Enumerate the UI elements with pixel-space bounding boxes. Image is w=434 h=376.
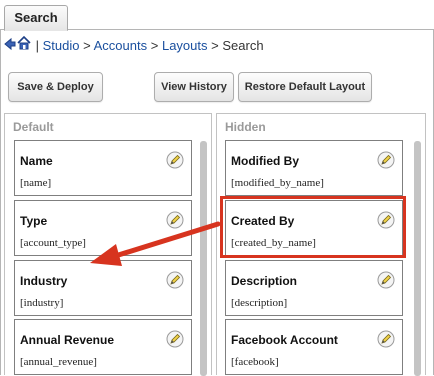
field-key: [name] xyxy=(20,177,52,189)
field-key: [created_by_name] xyxy=(231,237,316,249)
back-arrow-icon[interactable] xyxy=(4,36,16,58)
save-deploy-button[interactable]: Save & Deploy xyxy=(8,72,103,102)
field-key: [modified_by_name] xyxy=(231,177,324,189)
field-key: [account_type] xyxy=(20,237,86,249)
field-label: Facebook Account xyxy=(231,333,338,347)
pencil-icon[interactable] xyxy=(166,211,184,229)
field-key: [industry] xyxy=(20,297,64,309)
breadcrumb: | Studio > Accounts > Layouts > Search xyxy=(4,35,424,57)
field-label: Type xyxy=(20,214,48,228)
default-panel-scroll-thumb[interactable] xyxy=(200,141,207,376)
pencil-icon[interactable] xyxy=(166,151,184,169)
layout-field[interactable]: Name [name] xyxy=(14,140,192,196)
field-key: [facebook] xyxy=(231,356,279,368)
hidden-panel-scroll-thumb[interactable] xyxy=(414,141,421,376)
layout-field[interactable]: Type [account_type] xyxy=(14,200,192,256)
home-icon[interactable] xyxy=(16,35,32,58)
field-label: Modified By xyxy=(231,154,299,168)
pencil-icon[interactable] xyxy=(377,271,395,289)
default-panel: Default Name [name] Type [account_type] … xyxy=(4,113,212,376)
layout-field[interactable]: Industry [industry] xyxy=(14,260,192,316)
pencil-icon[interactable] xyxy=(166,330,184,348)
breadcrumb-separator: > xyxy=(211,38,219,53)
field-label: Name xyxy=(20,154,53,168)
layout-field[interactable]: Facebook Account [facebook] xyxy=(225,319,403,375)
hidden-panel-title: Hidden xyxy=(225,120,266,134)
layout-field[interactable]: Created By [created_by_name] xyxy=(225,200,403,256)
breadcrumb-accounts[interactable]: Accounts xyxy=(94,38,147,53)
breadcrumb-current: Search xyxy=(222,38,264,53)
pencil-icon[interactable] xyxy=(377,330,395,348)
field-label: Created By xyxy=(231,214,295,228)
restore-default-layout-button[interactable]: Restore Default Layout xyxy=(238,72,372,102)
field-label: Industry xyxy=(20,274,68,288)
layout-field[interactable]: Description [description] xyxy=(225,260,403,316)
layout-field[interactable]: Annual Revenue [annual_revenue] xyxy=(14,319,192,375)
breadcrumb-studio[interactable]: Studio xyxy=(43,38,80,53)
field-key: [description] xyxy=(231,297,288,309)
layout-field[interactable]: Modified By [modified_by_name] xyxy=(225,140,403,196)
breadcrumb-separator: > xyxy=(150,38,159,53)
breadcrumb-separator: > xyxy=(83,38,91,53)
pencil-icon[interactable] xyxy=(377,211,395,229)
pencil-icon[interactable] xyxy=(166,271,184,289)
tab-strip: Search xyxy=(0,0,434,31)
field-key: [annual_revenue] xyxy=(20,356,97,368)
breadcrumb-layouts[interactable]: Layouts xyxy=(162,38,208,53)
pencil-icon[interactable] xyxy=(377,151,395,169)
tab-search[interactable]: Search xyxy=(4,5,68,31)
field-label: Description xyxy=(231,274,298,288)
hidden-panel-scrollbar[interactable] xyxy=(414,141,421,376)
breadcrumb-divider: | xyxy=(35,38,40,53)
view-history-button[interactable]: View History xyxy=(154,72,234,102)
default-panel-scrollbar[interactable] xyxy=(200,141,207,376)
field-label: Annual Revenue xyxy=(20,333,115,347)
default-panel-title: Default xyxy=(13,120,54,134)
hidden-panel: Hidden Modified By [modified_by_name] Cr… xyxy=(216,113,426,376)
